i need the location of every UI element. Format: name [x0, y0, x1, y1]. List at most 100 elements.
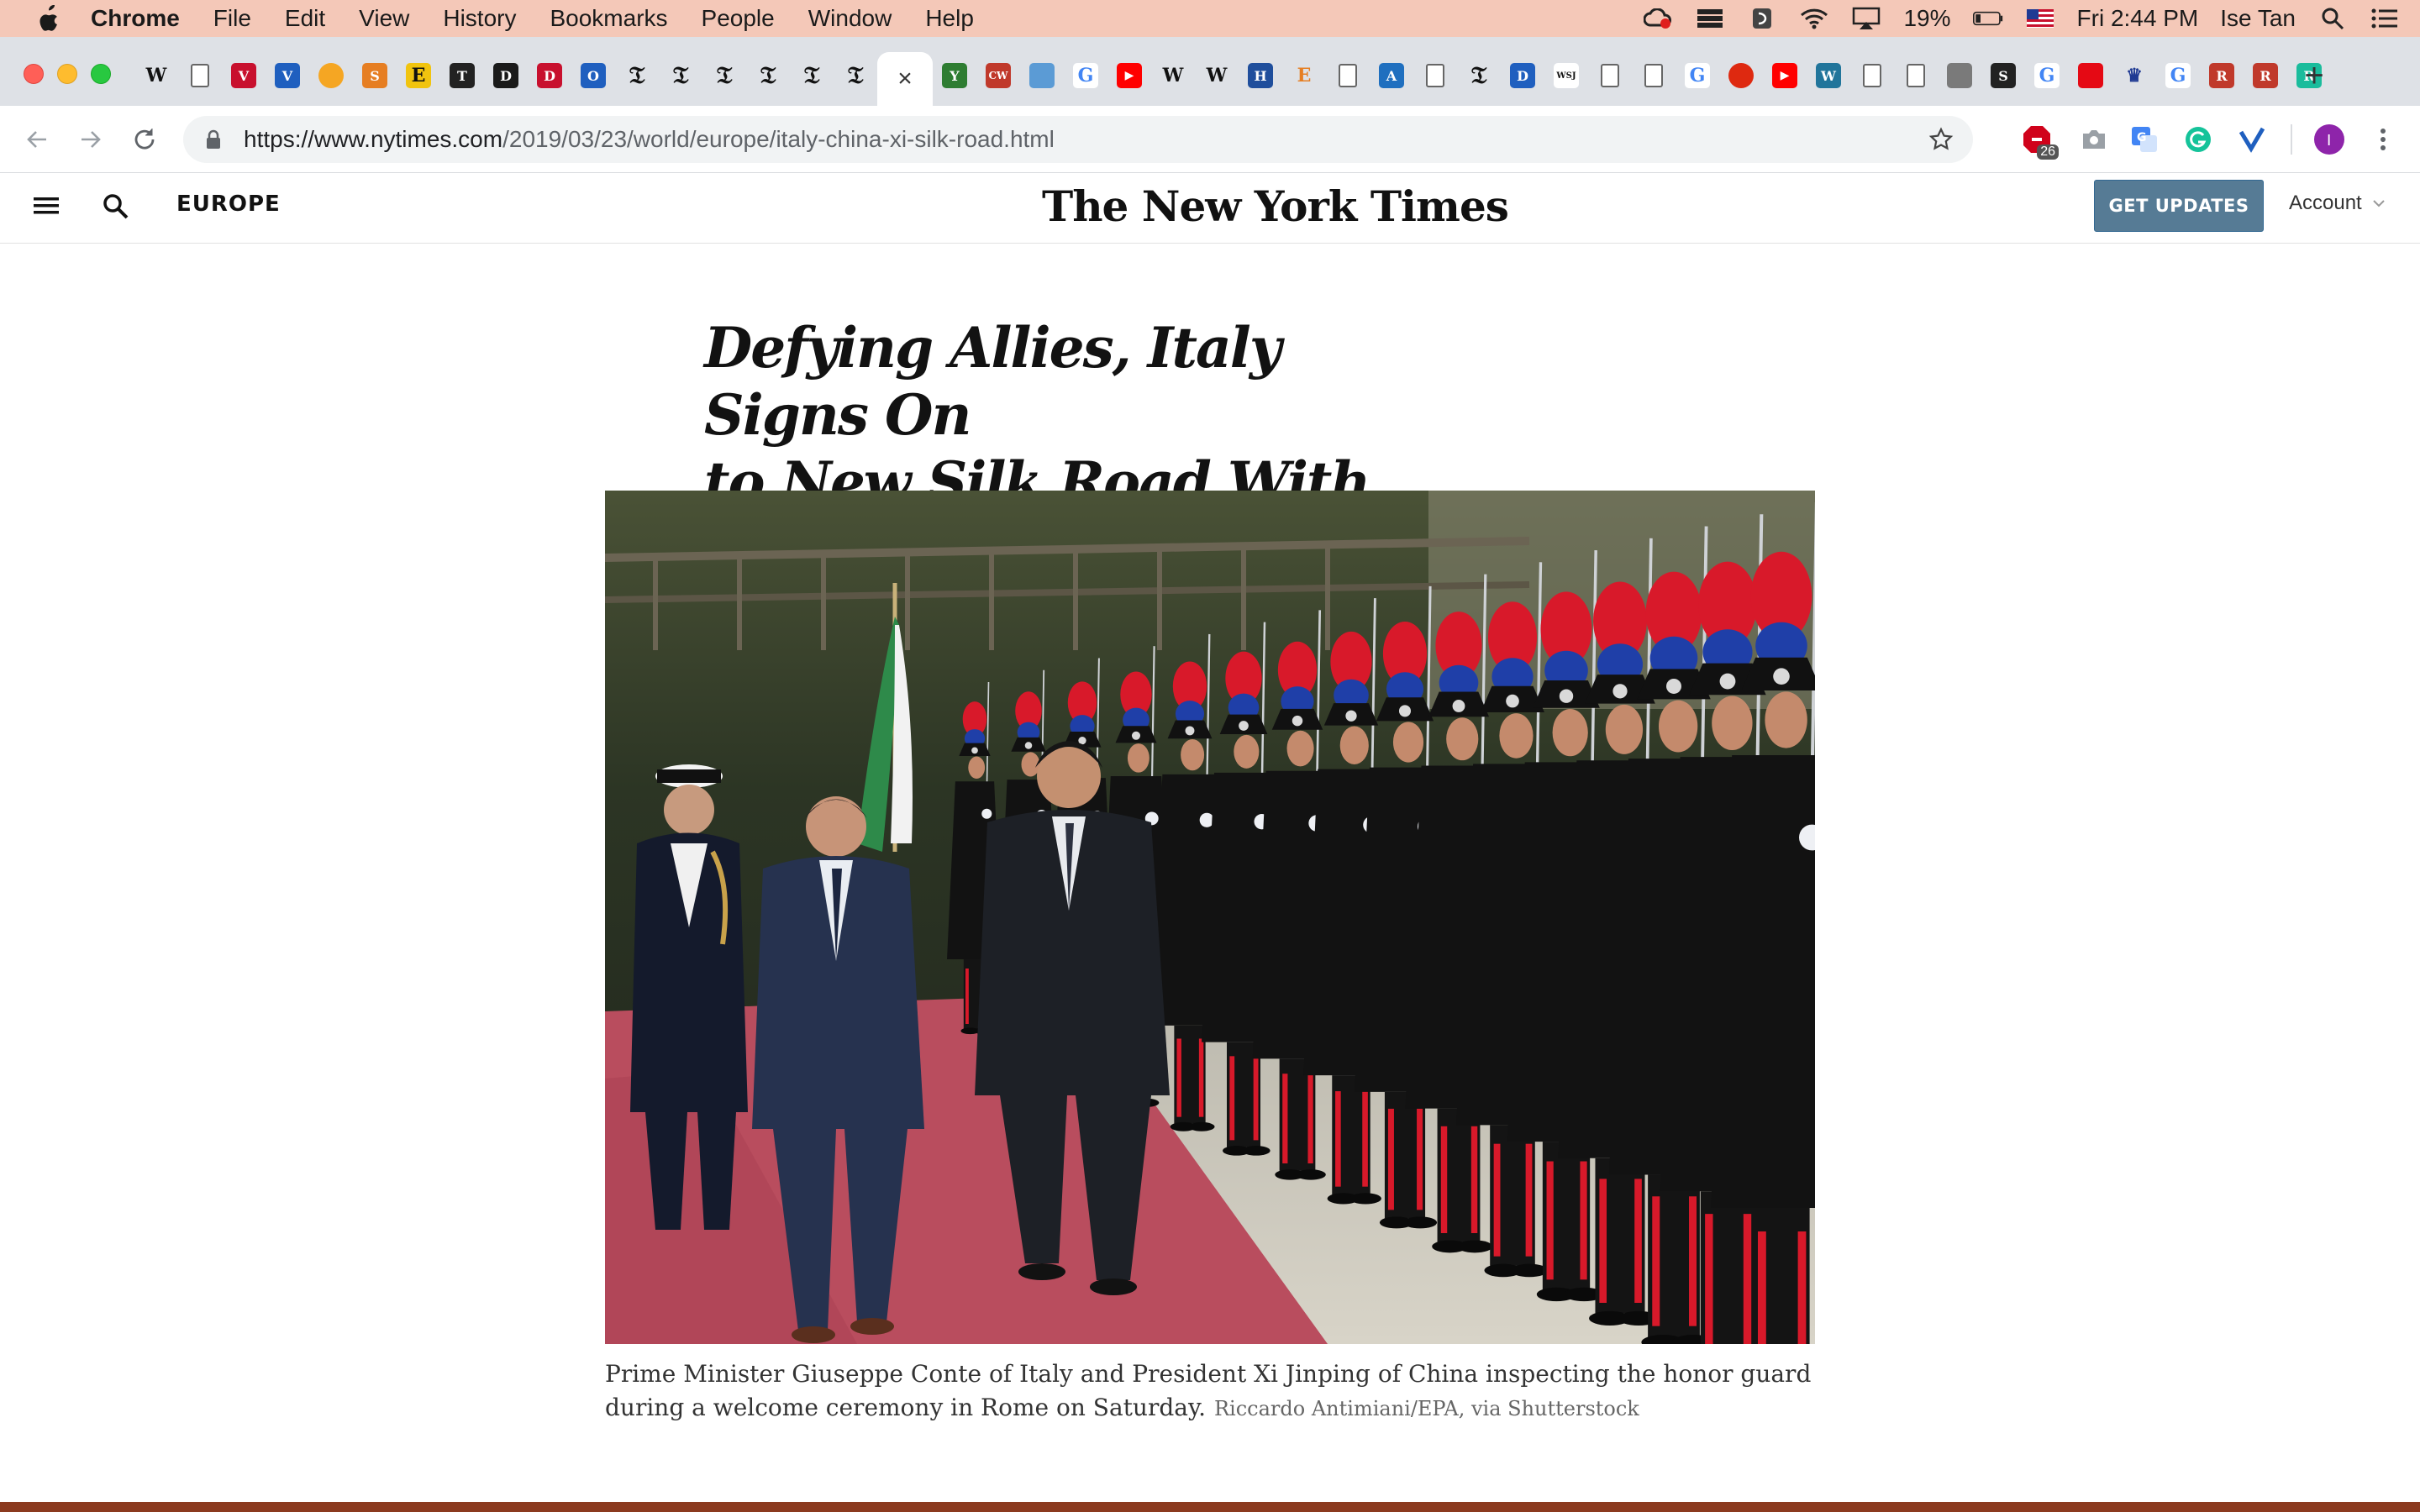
tab-5[interactable]: S [353, 52, 397, 99]
tab-48[interactable]: R [2244, 52, 2287, 99]
tab-10[interactable]: O [571, 52, 615, 99]
tab-47[interactable]: R [2200, 52, 2244, 99]
bookmark-star-icon[interactable] [1928, 126, 1954, 153]
grammarly-extension-icon[interactable] [2181, 123, 2215, 156]
notification-center-icon[interactable] [2370, 6, 2400, 31]
reload-button[interactable] [128, 123, 161, 156]
creative-cloud-icon[interactable] [1643, 6, 1673, 31]
forward-button[interactable] [74, 123, 108, 156]
tab-45[interactable]: ♛ [2112, 52, 2156, 99]
tab-4[interactable] [309, 52, 353, 99]
tab-25[interactable]: H [1239, 52, 1282, 99]
search-icon[interactable] [101, 192, 131, 222]
tab-22[interactable]: ▶ [1107, 52, 1151, 99]
tab-12[interactable]: 𝔗 [659, 52, 702, 99]
camera-extension-icon[interactable] [2077, 123, 2111, 156]
tab-29[interactable] [1413, 52, 1457, 99]
tab-43[interactable]: G [2025, 52, 2069, 99]
tab-14[interactable]: 𝔗 [746, 52, 790, 99]
tab-19[interactable]: CW [976, 52, 1020, 99]
checkmark-extension-icon[interactable] [2235, 123, 2269, 156]
hamburger-menu-icon[interactable] [32, 192, 60, 220]
nyt-masthead-logo[interactable]: The New York Times [1042, 181, 1509, 231]
tab-32[interactable]: WSJ [1544, 52, 1588, 99]
tab-37[interactable]: ▶ [1763, 52, 1807, 99]
window-minimize-button[interactable] [57, 64, 77, 84]
tab-33[interactable] [1588, 52, 1632, 99]
tab-3[interactable]: V [266, 52, 309, 99]
menu-people[interactable]: People [702, 5, 775, 32]
tab-20[interactable] [1020, 52, 1064, 99]
tab-favicon-icon [1644, 64, 1663, 87]
menu-window[interactable]: Window [808, 5, 892, 32]
tab-41[interactable] [1938, 52, 1981, 99]
stack-icon[interactable] [1695, 6, 1725, 31]
menubar-user[interactable]: Ise Tan [2220, 5, 2296, 32]
tab-27[interactable] [1326, 52, 1370, 99]
tab-8[interactable]: D [484, 52, 528, 99]
tab-39[interactable] [1850, 52, 1894, 99]
tab-close-icon[interactable]: × [897, 65, 913, 93]
tab-31[interactable]: D [1501, 52, 1544, 99]
lock-icon[interactable] [202, 128, 225, 151]
menubar-clock[interactable]: Fri 2:44 PM [2077, 5, 2199, 32]
tab-35[interactable]: G [1676, 52, 1719, 99]
menu-edit[interactable]: Edit [285, 5, 325, 32]
apple-icon[interactable] [32, 2, 66, 35]
reader-icon[interactable] [1747, 6, 1777, 31]
tab-42[interactable]: S [1981, 52, 2025, 99]
battery-icon[interactable] [1972, 6, 2003, 31]
url-text[interactable]: https://www.nytimes.com/2019/03/23/world… [244, 126, 1055, 153]
tab-30[interactable]: 𝔗 [1457, 52, 1501, 99]
menu-app-chrome[interactable]: Chrome [91, 5, 180, 32]
translate-extension-icon[interactable]: G [2128, 123, 2161, 156]
new-tab-button[interactable]: + [2296, 57, 2333, 94]
wifi-icon[interactable] [1799, 6, 1829, 31]
url-host: https://www.nytimes.com [244, 126, 503, 152]
menu-bookmarks[interactable]: Bookmarks [550, 5, 667, 32]
tab-13[interactable]: 𝔗 [702, 52, 746, 99]
tab-15[interactable]: 𝔗 [790, 52, 834, 99]
back-button[interactable] [20, 123, 54, 156]
tab-23[interactable]: W [1151, 52, 1195, 99]
menu-view[interactable]: View [359, 5, 409, 32]
tab-active[interactable]: × [877, 52, 933, 106]
tab-24[interactable]: W [1195, 52, 1239, 99]
tab-7[interactable]: T [440, 52, 484, 99]
tab-6[interactable]: E [397, 52, 440, 99]
menu-file[interactable]: File [213, 5, 251, 32]
tab-34[interactable] [1632, 52, 1676, 99]
tab-1[interactable] [178, 52, 222, 99]
tab-21[interactable]: G [1064, 52, 1107, 99]
chrome-menu-icon[interactable] [2366, 123, 2400, 156]
tab-9[interactable]: D [528, 52, 571, 99]
tab-0[interactable]: W [134, 52, 178, 99]
article-lead-photo[interactable] [605, 491, 1815, 1344]
airplay-icon[interactable] [1851, 6, 1881, 31]
tab-40[interactable] [1894, 52, 1938, 99]
menu-history[interactable]: History [443, 5, 516, 32]
tab-44[interactable] [2069, 52, 2112, 99]
tab-favicon-icon: ♛ [2126, 65, 2143, 87]
tab-38[interactable]: W [1807, 52, 1850, 99]
tab-36[interactable] [1719, 52, 1763, 99]
spotlight-search-icon[interactable] [2317, 6, 2348, 31]
tab-18[interactable]: Y [933, 52, 976, 99]
tab-2[interactable]: V [222, 52, 266, 99]
get-updates-button[interactable]: GET UPDATES [2094, 180, 2264, 232]
tab-11[interactable]: 𝔗 [615, 52, 659, 99]
address-bar[interactable]: https://www.nytimes.com/2019/03/23/world… [183, 116, 1973, 163]
profile-avatar[interactable]: I [2312, 123, 2346, 156]
tab-favicon-icon [1947, 63, 1972, 88]
account-menu[interactable]: Account [2289, 192, 2386, 215]
window-zoom-button[interactable] [91, 64, 111, 84]
tab-26[interactable]: E [1282, 52, 1326, 99]
menu-help[interactable]: Help [925, 5, 974, 32]
section-label[interactable]: EUROPE [176, 192, 281, 217]
tab-16[interactable]: 𝔗 [834, 52, 877, 99]
us-flag-icon[interactable] [2025, 6, 2055, 31]
adblock-extension-icon[interactable]: 26 [2020, 123, 2059, 160]
window-close-button[interactable] [24, 64, 44, 84]
tab-46[interactable]: G [2156, 52, 2200, 99]
tab-28[interactable]: A [1370, 52, 1413, 99]
